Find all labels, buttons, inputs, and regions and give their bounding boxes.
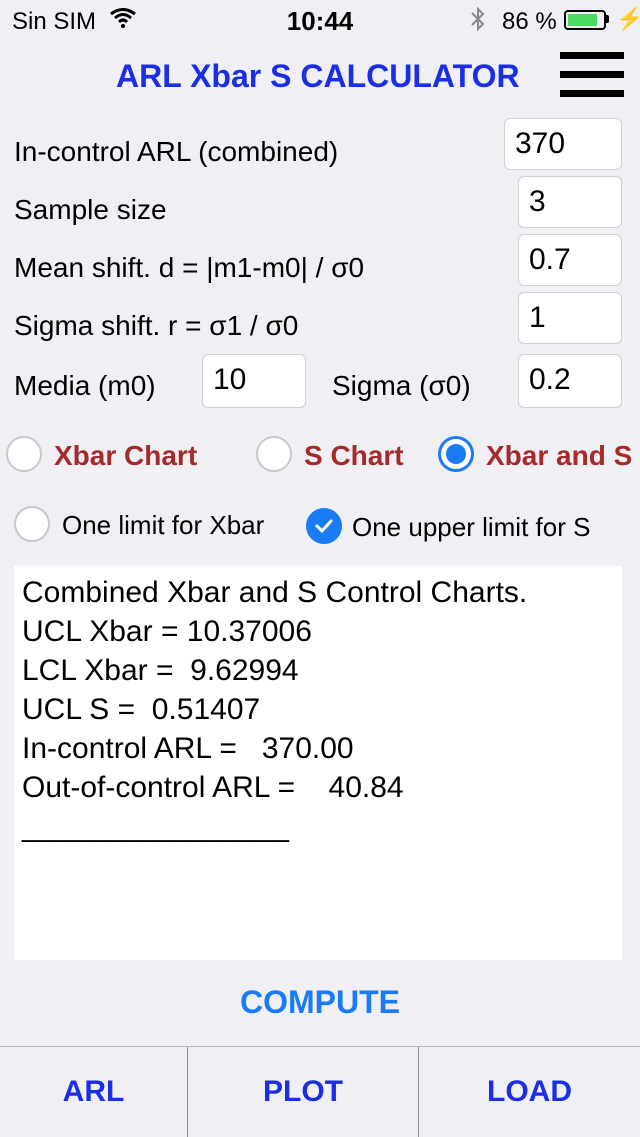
radio-xbar-and-s[interactable] (438, 436, 474, 472)
output-line: ________________ (22, 810, 289, 843)
output-line: UCL Xbar = 10.37006 (22, 615, 312, 648)
tab-load[interactable]: LOAD (419, 1047, 640, 1137)
arl-label: In-control ARL (combined) (14, 136, 339, 167)
sample-size-label: Sample size (14, 194, 167, 225)
output-line: UCL S = 0.51407 (22, 693, 261, 726)
mean-shift-label: Mean shift. d = |m1-m0| / σ0 (14, 252, 365, 283)
bluetooth-icon (470, 6, 486, 37)
sigma-s0-input[interactable]: 0.2 (518, 354, 622, 408)
charging-bolt-icon: ⚡ (616, 6, 640, 31)
radio-s-chart[interactable] (256, 436, 292, 472)
output-line: In-control ARL = 370.00 (22, 732, 354, 765)
tab-plot[interactable]: PLOT (188, 1047, 418, 1137)
mean-shift-input[interactable]: 0.7 (518, 234, 622, 286)
arl-input[interactable]: 370 (504, 118, 622, 170)
radio-s-chart-label[interactable]: S Chart (304, 440, 404, 472)
tab-arl[interactable]: ARL (0, 1047, 187, 1137)
radio-xbar-chart[interactable] (6, 436, 42, 472)
sample-size-input[interactable]: 3 (518, 176, 622, 228)
output-line: LCL Xbar = 9.62994 (22, 654, 299, 687)
battery-percent: 86 % (502, 8, 557, 35)
sigma-s0-label: Sigma (σ0) (332, 370, 471, 401)
sigma-shift-input[interactable]: 1 (518, 292, 622, 344)
output-line: Combined Xbar and S Control Charts. (22, 576, 528, 609)
checkbox-one-limit-xbar[interactable] (14, 506, 50, 542)
battery-icon (564, 10, 606, 30)
sigma-shift-label: Sigma shift. r = σ1 / σ0 (14, 310, 299, 341)
mean-m0-label: Media (m0) (14, 370, 156, 401)
tab-bar: ARL PLOT LOAD (0, 1046, 640, 1137)
radio-xbar-chart-label[interactable]: Xbar Chart (54, 440, 197, 472)
output-line: Out-of-control ARL = 40.84 (22, 771, 404, 804)
checkmark-icon (315, 519, 333, 533)
checkbox-one-upper-limit-s[interactable] (306, 508, 342, 544)
compute-button[interactable]: COMPUTE (0, 984, 640, 1021)
battery-nub (606, 15, 609, 23)
mean-m0-input[interactable]: 10 (202, 354, 306, 408)
battery-fill (568, 14, 597, 26)
hamburger-menu-icon[interactable] (560, 52, 624, 98)
radio-xbar-and-s-label[interactable]: Xbar and S (486, 440, 640, 472)
status-bar: Sin SIM 10:44 86 % ⚡ (0, 0, 640, 40)
app-title: ARL Xbar S CALCULATOR (116, 58, 520, 94)
checkbox-one-upper-limit-s-label[interactable]: One upper limit for S (352, 512, 640, 543)
checkbox-one-limit-xbar-label[interactable]: One limit for Xbar (62, 510, 264, 541)
